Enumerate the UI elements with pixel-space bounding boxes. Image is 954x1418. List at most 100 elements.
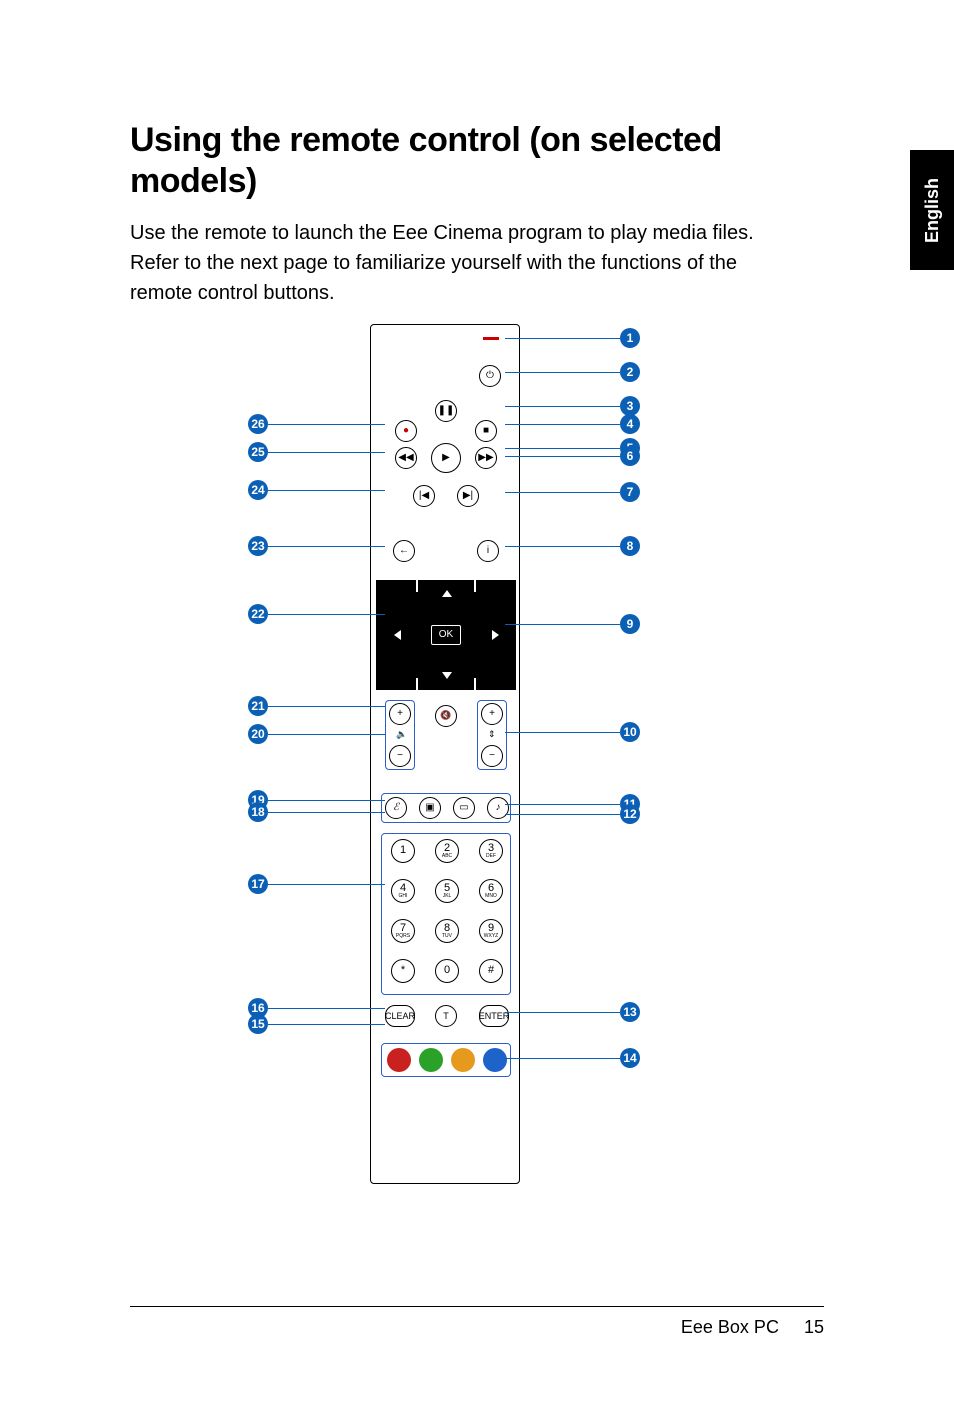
- leader-line: [505, 1058, 620, 1059]
- navigation-pad: OK: [376, 580, 516, 690]
- power-button: ⏻: [479, 365, 501, 387]
- up-arrow-icon: [442, 590, 452, 597]
- page-title: Using the remote control (on selected mo…: [130, 120, 824, 202]
- callout-9: 9: [620, 614, 640, 634]
- callout-18: 18: [248, 802, 268, 822]
- callout-2: 2: [620, 362, 640, 382]
- leader-line: [268, 800, 385, 801]
- leader-line: [268, 424, 385, 425]
- leader-line: [268, 490, 385, 491]
- volume-icon: 🔈: [396, 729, 407, 740]
- callout-8: 8: [620, 536, 640, 556]
- language-tab: English: [910, 150, 954, 270]
- remote-body: ⏻ ❚❚ ● ■ ▶ ◀◀ ▶▶ |◀ ▶| ← i OK: [370, 324, 520, 1184]
- leader-line: [268, 706, 385, 707]
- keypad-2: 2ABC: [435, 839, 459, 863]
- callout-3: 3: [620, 396, 640, 416]
- channel-down-button: −: [481, 745, 503, 767]
- leader-line: [268, 614, 385, 615]
- leader-line: [505, 338, 620, 339]
- yellow-button: [451, 1048, 475, 1072]
- leader-line: [505, 424, 620, 425]
- photo-button: ▣: [419, 797, 441, 819]
- leader-line: [268, 812, 385, 813]
- intro-text: Use the remote to launch the Eee Cinema …: [130, 218, 770, 308]
- channel-icon: ⇕: [488, 729, 496, 740]
- footer-text: Eee Box PC: [681, 1317, 779, 1337]
- keypad-0: 0: [435, 959, 459, 983]
- leader-line: [505, 448, 620, 449]
- page-number: 15: [804, 1317, 824, 1337]
- fastforward-button: ▶▶: [475, 447, 497, 469]
- keypad-8: 8TUV: [435, 919, 459, 943]
- info-button: i: [477, 540, 499, 562]
- keypad-7: 7PQRS: [391, 919, 415, 943]
- video-button: ▭: [453, 797, 475, 819]
- page-footer: Eee Box PC 15: [130, 1306, 824, 1338]
- callout-15: 15: [248, 1014, 268, 1034]
- callout-12: 12: [620, 804, 640, 824]
- callout-25: 25: [248, 442, 268, 462]
- leader-line: [268, 884, 385, 885]
- green-button: [419, 1048, 443, 1072]
- keypad-6: 6MNO: [479, 879, 503, 903]
- leader-line: [505, 814, 620, 815]
- mute-button: 🔇: [435, 705, 457, 727]
- record-button: ●: [395, 420, 417, 442]
- channel-up-button: +: [481, 703, 503, 725]
- stop-button: ■: [475, 420, 497, 442]
- keypad-4: 4GHI: [391, 879, 415, 903]
- callout-26: 26: [248, 414, 268, 434]
- callout-6: 6: [620, 446, 640, 466]
- rewind-button: ◀◀: [395, 447, 417, 469]
- teletext-button: T: [435, 1005, 457, 1027]
- volume-up-button: +: [389, 703, 411, 725]
- keypad-3: 3DEF: [479, 839, 503, 863]
- left-arrow-icon: [394, 630, 401, 640]
- leader-line: [505, 804, 620, 805]
- ok-button: OK: [431, 625, 461, 645]
- leader-line: [268, 452, 385, 453]
- eee-button: ℰ: [385, 797, 407, 819]
- keypad-1: 1: [391, 839, 415, 863]
- leader-line: [505, 546, 620, 547]
- leader-line: [505, 372, 620, 373]
- leader-line: [268, 1008, 385, 1009]
- music-button: ♪: [487, 797, 509, 819]
- back-button: ←: [393, 540, 415, 562]
- down-arrow-icon: [442, 672, 452, 679]
- callout-23: 23: [248, 536, 268, 556]
- callout-13: 13: [620, 1002, 640, 1022]
- clear-button: CLEAR: [385, 1005, 415, 1027]
- leader-line: [268, 546, 385, 547]
- remote-figure: ⏻ ❚❚ ● ■ ▶ ◀◀ ▶▶ |◀ ▶| ← i OK: [130, 324, 830, 1204]
- callout-20: 20: [248, 724, 268, 744]
- callout-10: 10: [620, 722, 640, 742]
- next-button: ▶|: [457, 485, 479, 507]
- callout-7: 7: [620, 482, 640, 502]
- leader-line: [505, 732, 620, 733]
- red-button: [387, 1048, 411, 1072]
- callout-24: 24: [248, 480, 268, 500]
- keypad-9: 9WXYZ: [479, 919, 503, 943]
- leader-line: [268, 1024, 385, 1025]
- leader-line: [505, 456, 620, 457]
- language-tab-label: English: [922, 177, 943, 242]
- keypad-5: 5JKL: [435, 879, 459, 903]
- play-button: ▶: [431, 443, 461, 473]
- callout-1: 1: [620, 328, 640, 348]
- enter-button: ENTER: [479, 1005, 509, 1027]
- callout-22: 22: [248, 604, 268, 624]
- keypad-#: #: [479, 959, 503, 983]
- previous-button: |◀: [413, 485, 435, 507]
- callout-4: 4: [620, 414, 640, 434]
- callout-14: 14: [620, 1048, 640, 1068]
- keypad-*: *: [391, 959, 415, 983]
- volume-down-button: −: [389, 745, 411, 767]
- leader-line: [505, 492, 620, 493]
- leader-line: [505, 624, 620, 625]
- right-arrow-icon: [492, 630, 499, 640]
- leader-line: [505, 406, 620, 407]
- ir-led: [483, 337, 499, 340]
- callout-17: 17: [248, 874, 268, 894]
